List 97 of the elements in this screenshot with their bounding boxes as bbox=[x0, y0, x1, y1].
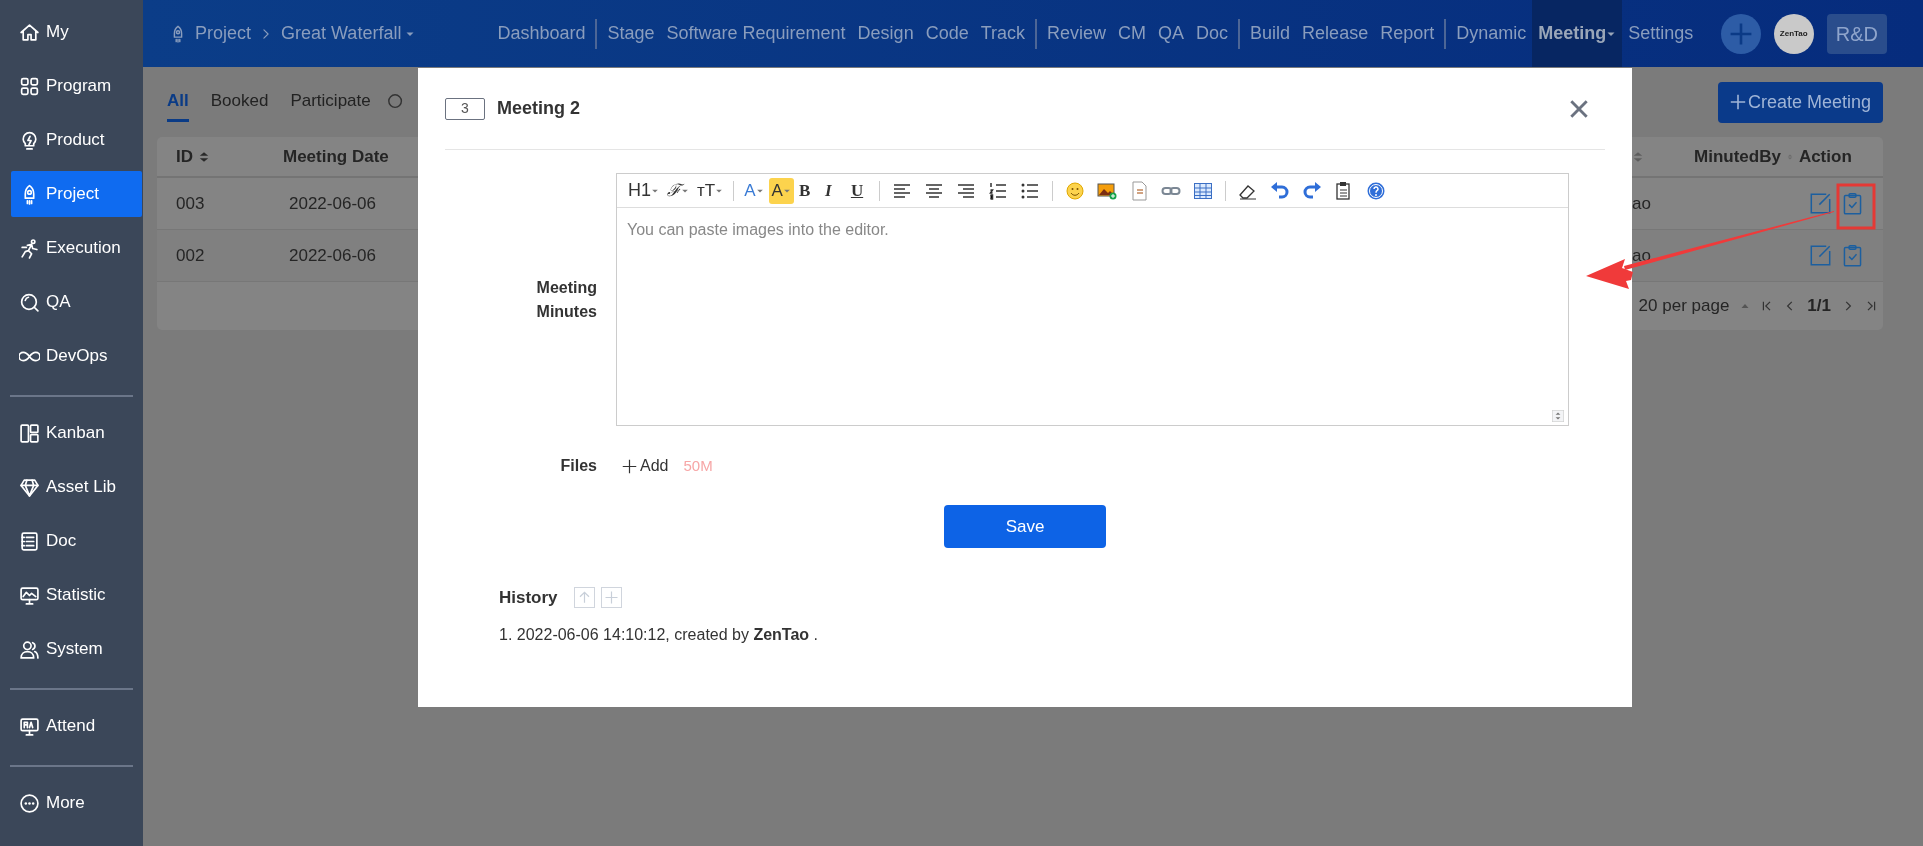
search-icon[interactable] bbox=[386, 93, 405, 111]
section-title: History bbox=[499, 587, 558, 609]
nav-tab[interactable]: Design bbox=[851, 0, 920, 67]
numbered-list-icon[interactable] bbox=[987, 180, 1008, 201]
add-button[interactable] bbox=[1720, 13, 1761, 54]
nav-tab[interactable]: QA bbox=[1152, 0, 1191, 67]
table-icon[interactable] bbox=[1192, 180, 1213, 201]
diamond-icon bbox=[19, 476, 40, 498]
sidebar-item[interactable]: System bbox=[11, 626, 142, 672]
nav-tab[interactable]: Meeting bbox=[1532, 0, 1623, 67]
sidebar-item[interactable]: Program bbox=[11, 63, 142, 109]
nav-tab[interactable]: Review bbox=[1041, 0, 1113, 67]
page-indicator: 1/1 bbox=[1807, 295, 1831, 318]
table-cell-text: 2022-06-06 bbox=[289, 192, 376, 215]
nav-tab[interactable]: Track bbox=[974, 0, 1031, 67]
nav-tab[interactable]: Release bbox=[1296, 0, 1375, 67]
resize-handle-icon[interactable] bbox=[1552, 410, 1564, 422]
toolbar-button[interactable]: U bbox=[847, 177, 872, 204]
page-size: 20 per page bbox=[1638, 295, 1730, 318]
file-size-limit: 50M bbox=[683, 455, 713, 476]
last-page-icon[interactable] bbox=[1865, 300, 1877, 312]
nav-tab[interactable]: Settings bbox=[1622, 0, 1700, 67]
users-icon bbox=[19, 638, 40, 660]
add-file-link[interactable]: Add bbox=[622, 454, 669, 478]
smiley-icon[interactable] bbox=[1064, 180, 1085, 201]
table-cell-text: 2022-06-06 bbox=[289, 244, 376, 267]
sidebar-item[interactable]: Execution bbox=[11, 225, 142, 271]
sidebar-item[interactable]: Kanban bbox=[11, 410, 142, 456]
monitor-icon bbox=[19, 584, 40, 606]
table-cell-text: ao bbox=[1632, 244, 1651, 267]
kanban-icon bbox=[19, 422, 40, 444]
nav-tab[interactable]: Build bbox=[1244, 0, 1297, 67]
save-button[interactable]: Save bbox=[944, 505, 1106, 548]
runner-icon bbox=[19, 237, 40, 259]
sidebar-item[interactable]: DevOps bbox=[11, 333, 142, 379]
plus-icon bbox=[1729, 94, 1746, 110]
plus-icon bbox=[622, 458, 637, 474]
toolbar-button[interactable]: ℱ bbox=[664, 177, 692, 204]
document-icon bbox=[19, 530, 40, 552]
id-badge: 3 bbox=[445, 97, 485, 120]
table-cell-text: ao bbox=[1632, 192, 1651, 215]
toolbar-button[interactable]: H1 bbox=[625, 177, 662, 204]
history-entry: 1. 2022-06-06 14:10:12, created by ZenTao . bbox=[499, 624, 819, 645]
toolbar-button[interactable]: A bbox=[741, 177, 767, 204]
plus-icon bbox=[603, 590, 619, 606]
breadcrumb-link[interactable]: Project bbox=[195, 20, 252, 47]
sidebar-item[interactable]: Doc bbox=[11, 518, 142, 564]
column-header: ID bbox=[176, 145, 193, 168]
project-name: Great Waterfall bbox=[281, 22, 402, 45]
sidebar-item[interactable]: Asset Lib bbox=[11, 464, 142, 510]
sidebar-item[interactable]: Project bbox=[11, 171, 142, 217]
nav-tab[interactable]: Dashboard bbox=[491, 0, 592, 67]
editor-placeholder: You can paste images into the editor. bbox=[627, 221, 889, 238]
field-label: Files bbox=[559, 456, 597, 476]
more-icon bbox=[19, 792, 40, 814]
table-cell-text: 002 bbox=[176, 244, 206, 267]
grid-icon bbox=[19, 75, 40, 97]
sidebar-item[interactable]: QA bbox=[11, 279, 142, 325]
sidebar-item[interactable]: My bbox=[11, 9, 142, 55]
field-label: Meeting Minutes bbox=[535, 277, 597, 322]
undo-icon[interactable] bbox=[1269, 180, 1290, 201]
close-icon[interactable] bbox=[1568, 97, 1590, 120]
lightbulb-icon bbox=[19, 129, 40, 151]
sidebar-item[interactable]: More bbox=[11, 780, 142, 826]
sidebar-item[interactable]: Product bbox=[11, 117, 142, 163]
user-avatar[interactable]: ZenTao bbox=[1773, 13, 1814, 54]
toolbar-button[interactable]: B bbox=[795, 177, 820, 204]
sidebar-item[interactable]: Statistic bbox=[11, 572, 142, 618]
search-icon bbox=[19, 291, 40, 313]
nav-tab[interactable]: Report bbox=[1374, 0, 1441, 67]
redo-icon[interactable] bbox=[1301, 180, 1322, 201]
toolbar-button[interactable]: A bbox=[768, 177, 794, 204]
home-icon bbox=[19, 21, 40, 43]
image-icon[interactable] bbox=[1096, 180, 1117, 201]
modal-title: Meeting 2 bbox=[497, 97, 580, 120]
monitor-icon bbox=[19, 715, 40, 737]
nav-tab[interactable]: Stage bbox=[601, 0, 661, 67]
nav-tab[interactable]: Code bbox=[919, 0, 975, 67]
help-icon[interactable] bbox=[1365, 180, 1386, 201]
nav-tab[interactable]: CM bbox=[1112, 0, 1153, 67]
toolbar-button[interactable]: ᴛT bbox=[694, 177, 727, 204]
rich-text-editor[interactable]: H1 ℱ ᴛT A A B I U You can paste images into the editor. bbox=[616, 173, 1569, 426]
create-meeting-button[interactable]: Create Meeting bbox=[1717, 81, 1883, 123]
column-header: Action bbox=[1798, 145, 1852, 168]
filter-tab[interactable]: Participate bbox=[290, 81, 371, 123]
column-header: MinutedBy bbox=[1694, 145, 1781, 168]
toolbar-button[interactable]: I bbox=[821, 177, 846, 204]
nav-tab[interactable]: Doc bbox=[1190, 0, 1235, 67]
team-button[interactable]: R&D bbox=[1826, 13, 1887, 54]
nav-tab[interactable]: Dynamic bbox=[1450, 0, 1533, 67]
nav-tab[interactable]: Software Requirement bbox=[660, 0, 852, 67]
sidebar-item[interactable]: Attend bbox=[11, 703, 142, 749]
highlight-box bbox=[1836, 183, 1876, 230]
column-header: Meeting Date bbox=[283, 145, 389, 168]
project-dropdown[interactable]: Great Waterfall bbox=[281, 20, 416, 47]
filter-tab[interactable]: Booked bbox=[210, 81, 269, 123]
table-cell-text: 003 bbox=[176, 192, 206, 215]
